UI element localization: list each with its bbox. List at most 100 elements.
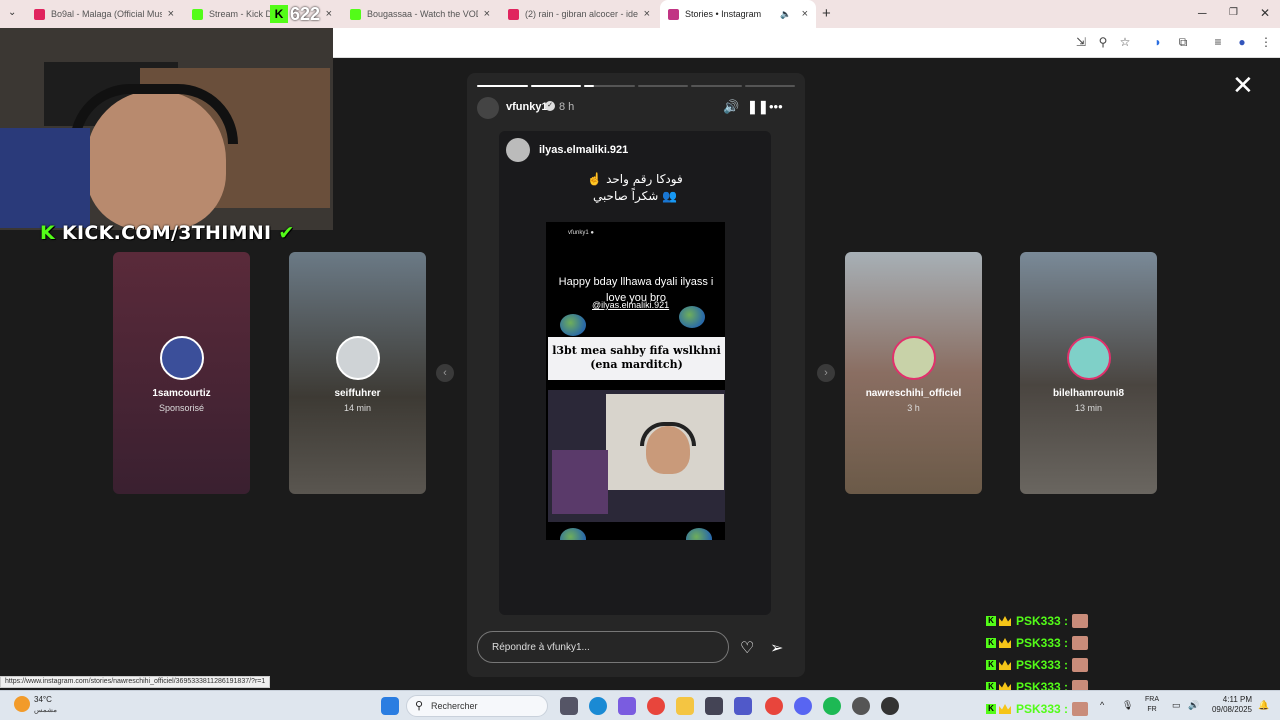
story-card-seiffuhrer[interactable]: seiffuhrer 14 min — [289, 252, 426, 494]
zoom-icon[interactable]: ⚲ — [1095, 34, 1111, 50]
kick-url-text: KICK.COM/3THIMNI — [61, 222, 272, 244]
browser-tab-bar: ⌄ Bo9al - Malaga (Official Music V × Str… — [0, 0, 1280, 28]
tab-title: Stories • Instagram — [685, 9, 762, 19]
story-username: 1samcourtiz — [152, 388, 211, 399]
bookmark-star-icon[interactable]: ☆ — [1117, 34, 1133, 50]
file-explorer-icon[interactable] — [676, 697, 694, 715]
progress-segment — [530, 85, 581, 87]
maximize-icon[interactable]: ❐ — [1229, 7, 1238, 18]
obs-icon[interactable] — [852, 697, 870, 715]
close-tab-icon[interactable]: × — [484, 8, 490, 20]
progress-segment — [744, 85, 795, 87]
tab-kick-vod[interactable]: Bougassaa - Watch the VOD on × — [342, 0, 498, 28]
progress-fill — [584, 85, 595, 87]
chat-message: K PSK333 : — [986, 656, 1089, 674]
shared-post: ilyas.elmaliki.921 ☝️ فودكا رقم واحد شكر… — [499, 131, 771, 615]
close-tab-icon[interactable]: × — [326, 8, 332, 20]
kick-logo-icon: K — [270, 5, 288, 23]
chrome-active-icon[interactable] — [765, 697, 783, 715]
close-window-icon[interactable]: ✕ — [1260, 6, 1270, 20]
story-screenshot: vfunky1 ● Happy bday llhawa dyali ilyass… — [546, 222, 725, 540]
weather-sun-icon[interactable] — [14, 696, 30, 712]
close-tab-icon[interactable]: × — [168, 8, 174, 20]
reply-input[interactable]: Répondre à vfunky1... — [477, 631, 729, 663]
volume-icon[interactable]: 🔊 — [1188, 700, 1199, 711]
like-heart-icon[interactable]: ♡ — [740, 638, 754, 658]
tab-youtube-rain[interactable]: (2) rain - gibran alcocer - ideas × — [500, 0, 658, 28]
story-author[interactable]: vfunky1 — [506, 101, 548, 113]
status-link-preview: https://www.instagram.com/stories/nawres… — [0, 676, 271, 688]
language-indicator[interactable]: FRA FR — [1145, 695, 1159, 715]
more-options-icon[interactable]: ••• — [769, 99, 783, 114]
tab-instagram-stories[interactable]: Stories • Instagram 🔈 × — [660, 0, 816, 28]
next-story-button[interactable]: › — [817, 364, 835, 382]
globe-emoji-icon — [679, 306, 705, 328]
weather-temp[interactable]: 34°C — [34, 695, 52, 704]
story-card-nawreschihi[interactable]: nawreschihi_officiel 3 h — [845, 252, 982, 494]
emote-icon — [1072, 614, 1089, 628]
tab-title: (2) rain - gibran alcocer - ideas — [525, 9, 638, 19]
menu-icon[interactable]: ⋮ — [1258, 34, 1274, 50]
kick-logo-icon: K — [40, 222, 56, 244]
app-icon[interactable] — [881, 697, 899, 715]
notifications-icon[interactable]: 🔔 — [1258, 700, 1269, 711]
clock-time: 4:11 PM — [1222, 695, 1252, 704]
story-card-bilelhamrouni[interactable]: bilelhamrouni8 13 min — [1020, 252, 1157, 494]
search-icon: ⚲ — [415, 700, 424, 712]
speaker-icon[interactable]: 🔈 — [780, 9, 791, 20]
language-code: FRA — [1145, 696, 1159, 703]
discord-icon[interactable] — [794, 697, 812, 715]
shared-post-author[interactable]: ilyas.elmaliki.921 — [539, 144, 628, 156]
verified-badge-icon: ✓ — [545, 101, 555, 111]
task-view-icon[interactable] — [560, 697, 578, 715]
crown-badge-icon — [999, 638, 1011, 648]
globe-emoji-icon — [560, 528, 586, 540]
tab-youtube-music[interactable]: Bo9al - Malaga (Official Music V × — [26, 0, 182, 28]
sound-icon[interactable]: 🔊 — [723, 99, 739, 115]
extension-icon[interactable]: ◗ — [1150, 34, 1166, 50]
network-icon[interactable]: ▭ — [1172, 700, 1181, 711]
chair-image — [0, 128, 90, 228]
profile-icon[interactable]: ● — [1234, 34, 1250, 50]
story-card-sponsored[interactable]: 1samcourtiz Sponsorisé — [113, 252, 250, 494]
tab-title: Bougassaa - Watch the VOD on — [367, 9, 478, 19]
media-controls-icon[interactable]: ≡ — [1210, 34, 1226, 50]
story-username: bilelhamrouni8 — [1052, 388, 1125, 399]
copilot-icon[interactable] — [618, 697, 636, 715]
avatar — [335, 336, 380, 380]
clock-date: 09/08/2025 — [1211, 705, 1252, 714]
tray-chevron-icon[interactable]: ^ — [1100, 700, 1104, 710]
close-tab-icon[interactable]: × — [644, 8, 650, 20]
pause-icon[interactable]: ❚❚ — [747, 99, 769, 115]
previous-story-button[interactable]: ‹ — [436, 364, 454, 382]
minimize-icon[interactable]: ─ — [1198, 6, 1207, 20]
edge-icon[interactable] — [589, 697, 607, 715]
avatar[interactable] — [477, 97, 499, 119]
system-clock[interactable]: 4:11 PM 09/08/2025 — [1206, 695, 1252, 715]
crown-badge-icon — [999, 704, 1011, 714]
store-icon[interactable] — [705, 697, 723, 715]
new-tab-button[interactable]: + — [822, 5, 831, 22]
chat-username: PSK333 : — [1016, 658, 1069, 672]
close-tab-icon[interactable]: × — [802, 8, 808, 20]
weather-condition: مشمس — [34, 707, 57, 714]
extensions-puzzle-icon[interactable]: ⧉ — [1175, 34, 1191, 50]
taskbar-search[interactable]: ⚲ Rechercher — [406, 695, 548, 717]
close-stories-icon[interactable]: ✕ — [1232, 72, 1254, 98]
send-icon[interactable]: ➢ — [770, 638, 783, 658]
tab-title: Bo9al - Malaga (Official Music V — [51, 9, 162, 19]
progress-fill — [477, 85, 528, 87]
tab-search-icon[interactable]: ⌄ — [8, 7, 16, 18]
microphone-icon[interactable]: 🎙 — [1122, 700, 1133, 711]
streamer-webcam — [0, 28, 333, 230]
avatar — [506, 138, 530, 162]
avatar — [891, 336, 936, 380]
chrome-icon[interactable] — [647, 697, 665, 715]
teams-icon[interactable] — [734, 697, 752, 715]
install-app-icon[interactable]: ⇲ — [1073, 34, 1089, 50]
start-windows-icon[interactable] — [381, 697, 399, 715]
progress-segment — [691, 85, 742, 87]
active-story[interactable]: vfunky1 ✓ 8 h 🔊 ❚❚ ••• ilyas.elmaliki.92… — [467, 73, 805, 677]
progress-segment — [637, 85, 688, 87]
spotify-icon[interactable] — [823, 697, 841, 715]
